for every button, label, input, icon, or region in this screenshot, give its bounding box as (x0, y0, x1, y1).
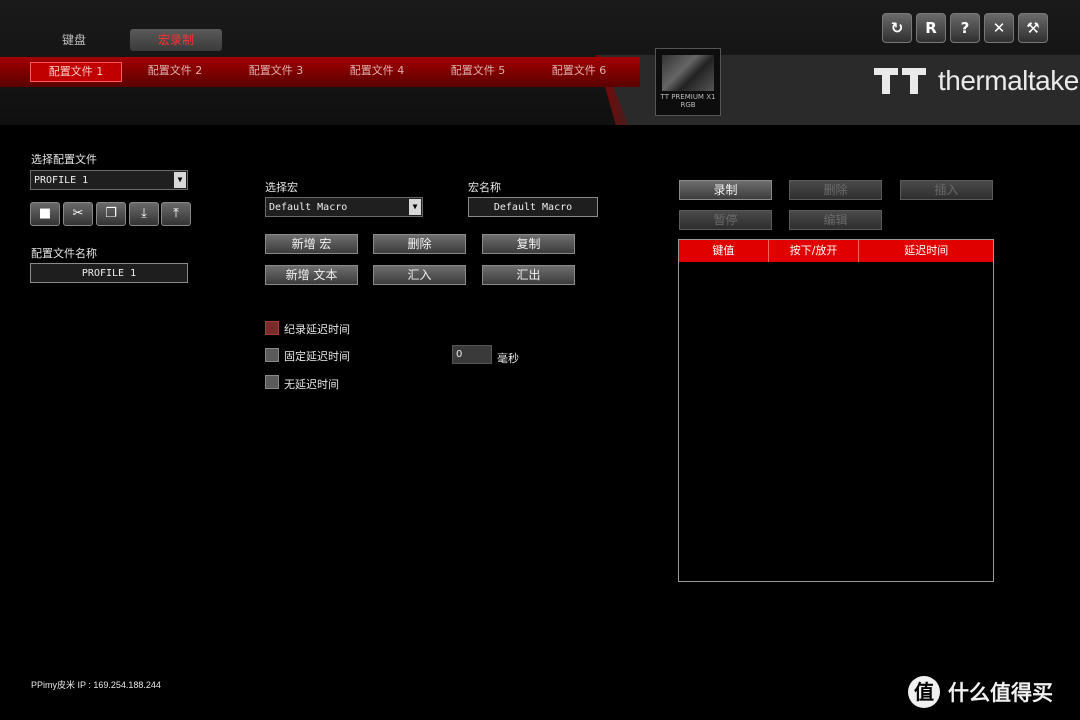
fixed-delay-checkbox[interactable] (265, 348, 279, 362)
macro-select[interactable]: Default Macro ▼ (265, 197, 423, 217)
profile-tab-4[interactable]: 配置文件 4 (332, 62, 422, 80)
upload-icon[interactable]: ⤒ (161, 202, 191, 226)
brand-logo: thermaltake (872, 64, 1079, 98)
watermark-text: 什么值得买 (948, 681, 1053, 705)
keyboard-image (662, 55, 714, 91)
profile-tab-2[interactable]: 配置文件 2 (130, 62, 220, 80)
profile-name-label: 配置文件名称 (31, 247, 97, 260)
column-delay-time[interactable]: 延迟时间 (859, 240, 993, 262)
watermark-icon: 值 (908, 676, 940, 708)
no-delay-checkbox[interactable] (265, 375, 279, 389)
import-button[interactable]: 汇入 (373, 265, 466, 285)
profile-tab-1[interactable]: 配置文件 1 (30, 62, 122, 82)
tab-keyboard[interactable]: 键盘 (42, 29, 106, 51)
settings-icon[interactable]: ⚒ (1018, 13, 1048, 43)
delay-unit-label: 毫秒 (497, 352, 519, 365)
record-delay-checkbox[interactable] (265, 321, 279, 335)
insert-button[interactable]: 插入 (900, 180, 993, 200)
export-button[interactable]: 汇出 (482, 265, 575, 285)
brand-name: thermaltake (938, 65, 1079, 96)
new-text-button[interactable]: 新增 文本 (265, 265, 358, 285)
profile-select[interactable]: PROFILE 1 ▼ (30, 170, 188, 190)
macro-name-label: 宏名称 (468, 181, 501, 194)
select-profile-label: 选择配置文件 (31, 153, 97, 166)
close-icon[interactable]: ✕ (984, 13, 1014, 43)
footer-ip: PPimy皮米 IP : 169.254.188.244 (31, 680, 161, 690)
reset-icon[interactable]: R (916, 13, 946, 43)
no-delay-label: 无延迟时间 (284, 378, 339, 391)
profile-select-value: PROFILE 1 (34, 175, 89, 186)
macro-events-table[interactable]: 键值 按下/放开 延迟时间 (678, 239, 994, 582)
column-press-release[interactable]: 按下/放开 (769, 240, 860, 262)
record-delay-label: 纪录延迟时间 (284, 323, 350, 336)
watermark: 值 什么值得买 (908, 676, 1053, 708)
profile-tab-5[interactable]: 配置文件 5 (433, 62, 523, 80)
tt-logo-icon (872, 66, 930, 96)
table-header: 键值 按下/放开 延迟时间 (679, 240, 993, 262)
edit-button[interactable]: 编辑 (789, 210, 882, 230)
device-name: TT PREMIUM X1 RGB (660, 93, 716, 109)
macro-select-value: Default Macro (269, 202, 348, 213)
record-delete-button[interactable]: 删除 (789, 180, 882, 200)
column-key-value[interactable]: 键值 (679, 240, 769, 262)
profile-tab-3[interactable]: 配置文件 3 (231, 62, 321, 80)
save-icon[interactable]: ■ (30, 202, 60, 226)
new-macro-button[interactable]: 新增 宏 (265, 234, 358, 254)
record-button[interactable]: 录制 (679, 180, 772, 200)
chevron-down-icon[interactable]: ▼ (409, 199, 421, 215)
macro-name-field[interactable]: Default Macro (468, 197, 598, 217)
download-icon[interactable]: ⤓ (129, 202, 159, 226)
chevron-down-icon[interactable]: ▼ (174, 172, 186, 188)
profile-name-field[interactable]: PROFILE 1 (30, 263, 188, 283)
help-icon[interactable]: ? (950, 13, 980, 43)
refresh-icon[interactable]: ↻ (882, 13, 912, 43)
tab-macro-record[interactable]: 宏录制 (130, 29, 222, 51)
device-thumbnail[interactable]: TT PREMIUM X1 RGB (655, 48, 721, 116)
copy-icon[interactable]: ❐ (96, 202, 126, 226)
select-macro-label: 选择宏 (265, 181, 298, 194)
copy-macro-button[interactable]: 复制 (482, 234, 575, 254)
fixed-delay-input[interactable]: 0 (452, 345, 492, 364)
pause-button[interactable]: 暂停 (679, 210, 772, 230)
trash-icon[interactable]: ✂ (63, 202, 93, 226)
delete-macro-button[interactable]: 删除 (373, 234, 466, 254)
fixed-delay-label: 固定延迟时间 (284, 350, 350, 363)
profile-tab-6[interactable]: 配置文件 6 (534, 62, 624, 80)
